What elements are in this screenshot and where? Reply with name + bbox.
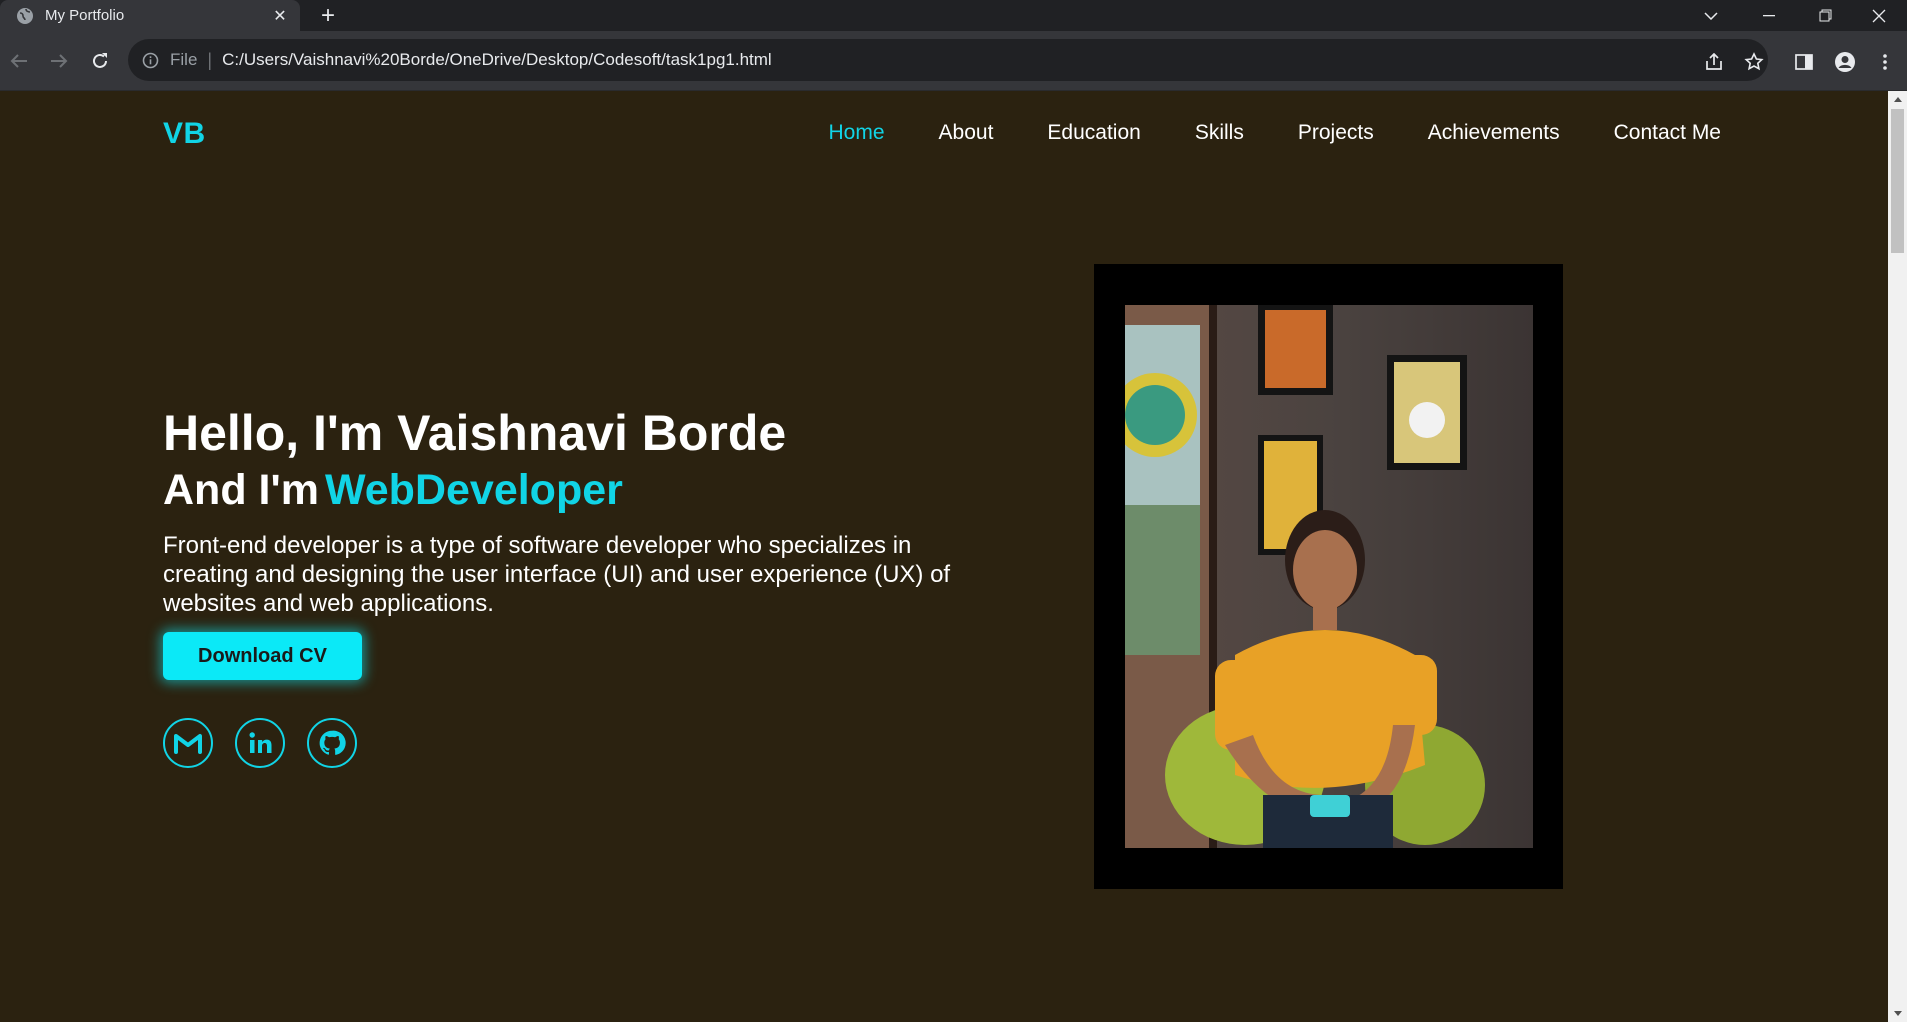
scroll-down-arrow-icon[interactable] xyxy=(1888,1005,1907,1022)
nav-education[interactable]: Education xyxy=(1047,121,1140,145)
profile-icon[interactable] xyxy=(1834,51,1856,73)
gmail-icon[interactable] xyxy=(163,718,213,768)
hero-description: Front-end developer is a type of softwar… xyxy=(163,532,951,617)
hero-greeting: Hello, I'm Vaishnavi Borde xyxy=(163,405,787,461)
restore-button[interactable] xyxy=(1797,0,1853,31)
profile-photo-frame xyxy=(1094,264,1563,889)
back-button[interactable] xyxy=(6,48,32,74)
forward-button[interactable] xyxy=(46,48,72,74)
portfolio-page: VB Home About Education Skills Projects … xyxy=(0,91,1888,1022)
tab-title: My Portfolio xyxy=(45,7,125,24)
nav-skills[interactable]: Skills xyxy=(1195,121,1244,145)
new-tab-button[interactable]: + xyxy=(316,2,340,29)
profile-photo xyxy=(1125,305,1533,848)
close-tab-icon[interactable]: ✕ xyxy=(270,6,290,26)
hero-role: WebDeveloper xyxy=(324,466,623,514)
bookmark-star-icon[interactable] xyxy=(1743,51,1765,73)
share-icon[interactable] xyxy=(1703,51,1725,73)
download-cv-button[interactable]: Download CV xyxy=(163,632,362,680)
close-window-button[interactable] xyxy=(1851,0,1907,31)
reload-button[interactable] xyxy=(87,48,113,74)
browser-tab[interactable]: My Portfolio ✕ xyxy=(0,0,300,31)
hero-role-prefix: And I'm xyxy=(163,466,319,514)
nav-achievements[interactable]: Achievements xyxy=(1428,121,1560,145)
menu-kebab-icon[interactable] xyxy=(1874,51,1896,73)
minimize-button[interactable] xyxy=(1741,0,1797,31)
scroll-thumb[interactable] xyxy=(1891,109,1904,253)
browser-toolbar: File | C:/Users/Vaishnavi%20Borde/OneDri… xyxy=(0,31,1907,91)
page-scrollbar[interactable] xyxy=(1888,91,1907,1022)
site-logo[interactable]: VB xyxy=(163,117,206,151)
github-icon[interactable] xyxy=(307,718,357,768)
main-nav: Home About Education Skills Projects Ach… xyxy=(829,121,1889,145)
nav-about[interactable]: About xyxy=(939,121,994,145)
info-icon[interactable] xyxy=(140,50,160,70)
linkedin-icon[interactable] xyxy=(235,718,285,768)
browser-tab-bar: My Portfolio ✕ + xyxy=(0,0,1907,31)
scroll-up-arrow-icon[interactable] xyxy=(1888,91,1907,108)
globe-icon xyxy=(16,7,34,25)
hero-role-line: And I'm WebDeveloper xyxy=(163,466,623,515)
nav-home[interactable]: Home xyxy=(829,121,885,145)
tab-search-icon[interactable] xyxy=(1683,0,1739,31)
address-bar[interactable]: File | C:/Users/Vaishnavi%20Borde/OneDri… xyxy=(128,39,1768,81)
nav-contact-me[interactable]: Contact Me xyxy=(1614,121,1721,145)
address-scheme: File xyxy=(170,50,198,69)
address-url[interactable]: C:/Users/Vaishnavi%20Borde/OneDrive/Desk… xyxy=(222,50,772,70)
side-panel-icon[interactable] xyxy=(1793,51,1815,73)
nav-projects[interactable]: Projects xyxy=(1298,121,1374,145)
address-separator: | xyxy=(207,49,213,70)
